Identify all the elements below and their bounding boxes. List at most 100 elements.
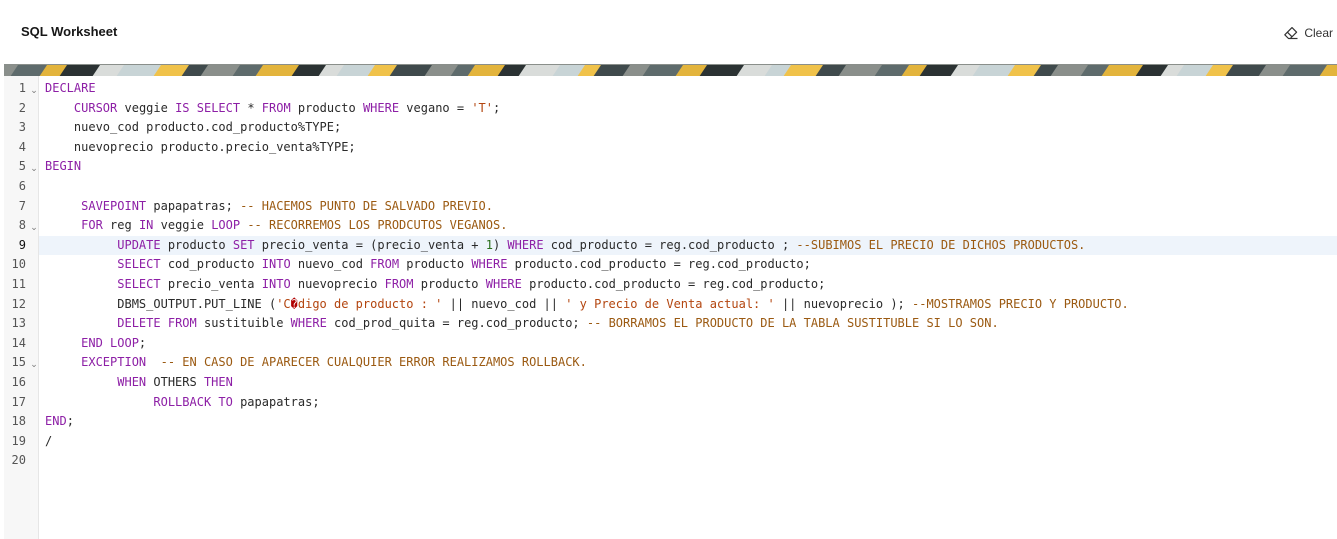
fold-chevron-icon[interactable]: ⌄ (30, 79, 38, 99)
line-number: 16 (11, 375, 26, 389)
code-line[interactable]: ROLLBACK TO papapatras; (39, 393, 1337, 413)
code-token: OTHERS (146, 375, 204, 389)
line-number: 13 (11, 316, 26, 331)
code-token: nuevoprecio (290, 277, 385, 291)
code-token: SELECT (196, 100, 241, 115)
code-token: DBMS_OUTPUT.PUT_LINE ( (45, 296, 277, 311)
sql-editor[interactable]: 1 ⌄ 2 3 4 5 ⌄ 6 7 8 ⌄ 9 10 11 12 13 14 15 ⌄ 16 17 18 19 20 DECL… (4, 76, 1337, 539)
code-line[interactable] (39, 177, 1337, 197)
line-number: 9 (18, 237, 26, 252)
code-text: SELECT precio_venta INTO nuevoprecio FRO… (45, 275, 825, 295)
code-line[interactable]: FOR reg IN veggie LOOP -- RECORREMOS LOS… (39, 216, 1337, 236)
code-line[interactable]: END; (39, 412, 1337, 432)
code-token: UPDATE (117, 237, 161, 252)
code-token: INTO (261, 257, 291, 272)
code-line[interactable]: DECLARE (39, 79, 1337, 99)
code-text: CURSOR veggie IS SELECT * FROM producto … (45, 99, 500, 119)
code-line[interactable]: / (39, 432, 1337, 452)
code-token: ; (66, 414, 74, 429)
line-number: 10 (11, 257, 26, 272)
code-line[interactable] (39, 451, 1337, 471)
code-token: INTO (261, 277, 291, 291)
code-line[interactable]: SAVEPOINT papapatras; -- HACEMOS PUNTO D… (39, 197, 1337, 217)
fold-chevron-icon[interactable]: ⌄ (30, 157, 38, 177)
code-token: SELECT (117, 257, 161, 272)
code-line[interactable]: DELETE FROM sustituible WHERE cod_prod_q… (39, 314, 1337, 334)
code-token: nuevoprecio producto.precio_venta%TYPE; (45, 139, 356, 154)
code-line[interactable]: DBMS_OUTPUT.PUT_LINE ('C�digo de product… (39, 295, 1337, 315)
code-token: veggie (153, 218, 212, 233)
decorative-banner (4, 64, 1337, 76)
code-token: THEN (203, 375, 233, 389)
clear-button[interactable]: Clear (1283, 24, 1333, 42)
worksheet-header: SQL Worksheet Clear (0, 0, 1337, 64)
code-line[interactable]: EXCEPTION -- EN CASO DE APARECER CUALQUI… (39, 353, 1337, 373)
code-line-active[interactable]: UPDATE producto SET precio_venta = (prec… (39, 235, 1337, 256)
code-token: 1 (485, 237, 493, 252)
fold-chevron-icon[interactable]: ⌄ (30, 353, 38, 373)
code-token: vegano = (399, 100, 472, 115)
code-text: / (45, 432, 52, 452)
line-number: 17 (11, 394, 26, 409)
code-text: WHEN OTHERS THEN (45, 373, 233, 393)
code-token: TO (218, 394, 233, 409)
code-token: papapatras; (146, 198, 241, 213)
code-token: 'C (276, 296, 291, 311)
banner-pattern (4, 65, 1337, 76)
code-line[interactable]: SELECT precio_venta INTO nuevoprecio FRO… (39, 275, 1337, 295)
code-text: FOR reg IN veggie LOOP -- RECORREMOS LOS… (45, 216, 507, 236)
code-token: SAVEPOINT (81, 198, 147, 213)
code-line[interactable]: WHEN OTHERS THEN (39, 373, 1337, 393)
code-token: IS (175, 100, 190, 115)
code-text: nuevo_cod producto.cod_producto%TYPE; (45, 118, 341, 138)
code-token: WHERE (471, 257, 508, 272)
code-line[interactable]: nuevo_cod producto.cod_producto%TYPE; (39, 118, 1337, 138)
code-token: -- BORRAMOS EL PRODUCTO DE LA TABLA SUST… (586, 316, 999, 331)
code-line[interactable]: CURSOR veggie IS SELECT * FROM producto … (39, 99, 1337, 119)
code-token: * (240, 100, 262, 115)
code-token: producto (160, 237, 233, 252)
line-number: 14 (11, 335, 26, 350)
code-token: papapatras; (232, 394, 320, 409)
code-token: FROM (167, 316, 197, 331)
line-number: 4 (18, 139, 26, 154)
code-token: / (45, 433, 53, 448)
code-token: --MOSTRAMOS PRECIO Y PRODUCTO. (912, 296, 1129, 311)
code-token: producto.cod_producto = reg.cod_producto… (507, 257, 811, 272)
line-number: 8 (18, 218, 26, 233)
code-token: || nuevo_cod || (442, 296, 566, 311)
code-token: SELECT (117, 277, 161, 291)
code-line[interactable]: END LOOP; (39, 334, 1337, 354)
fold-chevron-icon[interactable]: ⌄ (30, 216, 38, 236)
line-number: 7 (18, 198, 26, 213)
code-token: WHERE (362, 100, 400, 115)
code-token: END LOOP (81, 335, 139, 350)
code-text: DECLARE (45, 79, 96, 99)
code-token: BEGIN (45, 159, 82, 174)
code-text: SELECT cod_producto INTO nuevo_cod FROM … (45, 255, 811, 275)
code-line[interactable]: BEGIN (39, 157, 1337, 177)
code-token: FROM (261, 100, 291, 115)
code-text: UPDATE producto SET precio_venta = (prec… (45, 236, 1085, 256)
code-token: precio_venta = (precio_venta + (254, 237, 486, 252)
code-token: FROM (384, 277, 414, 291)
code-area[interactable]: DECLARE CURSOR veggie IS SELECT * FROM p… (39, 76, 1337, 539)
code-token: -- EN CASO DE APARECER CUALQUIER ERROR R… (160, 355, 587, 370)
code-line[interactable]: SELECT cod_producto INTO nuevo_cod FROM … (39, 255, 1337, 275)
line-number: 2 (18, 100, 26, 115)
code-line[interactable]: nuevoprecio producto.precio_venta%TYPE; (39, 138, 1337, 158)
code-text: DBMS_OUTPUT.PUT_LINE ('C�digo de product… (45, 295, 1129, 315)
code-token: ; (493, 100, 501, 115)
